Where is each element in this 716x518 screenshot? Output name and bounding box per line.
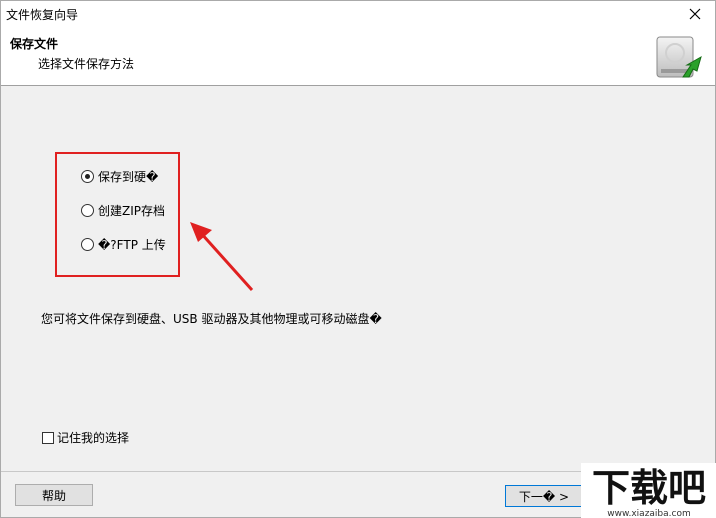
- option-label: 创建ZIP存档: [98, 204, 165, 218]
- close-icon: [689, 8, 701, 19]
- checkbox-box[interactable]: [42, 431, 54, 444]
- watermark-logo: 下载吧 www.xiazaiba.com: [581, 463, 716, 518]
- close-button[interactable]: [675, 1, 715, 26]
- radio-button[interactable]: [81, 238, 94, 251]
- page-subtitle: 选择文件保存方法: [38, 57, 135, 71]
- next-button[interactable]: 下一� >: [505, 485, 583, 507]
- window-title: 文件恢复向导: [6, 8, 79, 22]
- drive-restore-icon: [656, 36, 702, 78]
- title-bar: 文件恢复向导: [1, 1, 715, 26]
- wizard-content: [1, 87, 715, 471]
- option-ftp-upload[interactable]: �?FTP 上传: [81, 236, 166, 253]
- remember-label: 记住我的选择: [57, 431, 130, 445]
- wizard-header: 保存文件 选择文件保存方法: [1, 26, 715, 86]
- watermark-main-text: 下载吧: [592, 466, 706, 510]
- option-create-zip[interactable]: 创建ZIP存档: [81, 202, 165, 219]
- radio-button[interactable]: [81, 204, 94, 217]
- help-button[interactable]: 帮助: [15, 484, 93, 506]
- description-text: 您可将文件保存到硬盘、USB 驱动器及其他物理或可移动磁盘�: [41, 312, 382, 326]
- page-title: 保存文件: [10, 37, 59, 51]
- option-label: 保存到硬�: [98, 170, 159, 184]
- watermark-icon: 下载吧 www.xiazaiba.com: [592, 466, 706, 518]
- watermark-url-text: www.xiazaiba.com: [607, 509, 691, 518]
- option-label: �?FTP 上传: [98, 238, 166, 252]
- radio-button[interactable]: [81, 170, 94, 183]
- remember-choice-checkbox[interactable]: 记住我的选择: [42, 429, 129, 446]
- option-save-to-disk[interactable]: 保存到硬�: [81, 168, 158, 185]
- wizard-window: 文件恢复向导 保存文件 选择文件保存方法 保存到硬� 创建ZIP存档 �?FTP…: [0, 0, 716, 518]
- red-arrow-icon: [190, 222, 254, 292]
